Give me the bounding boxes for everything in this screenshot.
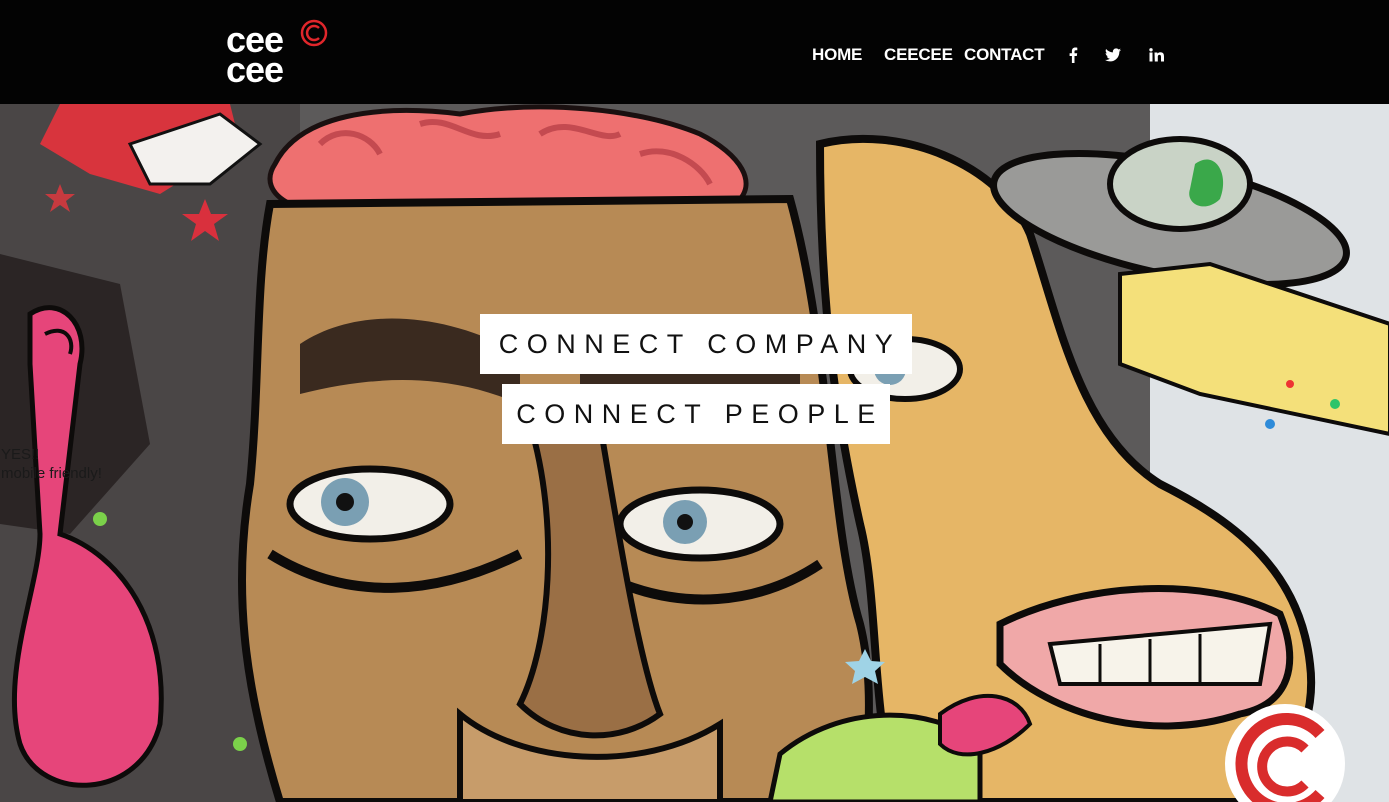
note-line2: mobile friendly! xyxy=(1,465,102,482)
note-line1: YES!! xyxy=(1,446,40,463)
hero-tagline-people: CONNECT PEOPLE xyxy=(502,384,890,444)
nav-home-link[interactable]: HOME xyxy=(812,44,862,66)
twitter-icon[interactable] xyxy=(1102,44,1124,66)
hero-tagline-company: CONNECT COMPANY xyxy=(480,314,912,374)
site-header: cee cee HOME CEECEE CONTACT xyxy=(0,0,1389,104)
facebook-icon[interactable] xyxy=(1062,44,1084,66)
mobile-friendly-note: YES!! mobile friendly! xyxy=(1,445,102,483)
hero-banner: CONNECT COMPANY CONNECT PEOPLE YES!! mob… xyxy=(0,104,1389,802)
nav-ceecee-link[interactable]: CEECEE xyxy=(884,44,953,66)
nav-contact-link[interactable]: CONTACT xyxy=(964,44,1045,66)
linkedin-icon[interactable] xyxy=(1145,44,1167,66)
graffiti-mural-image xyxy=(0,104,1389,802)
main-nav: HOME CEECEE CONTACT xyxy=(0,44,1389,66)
